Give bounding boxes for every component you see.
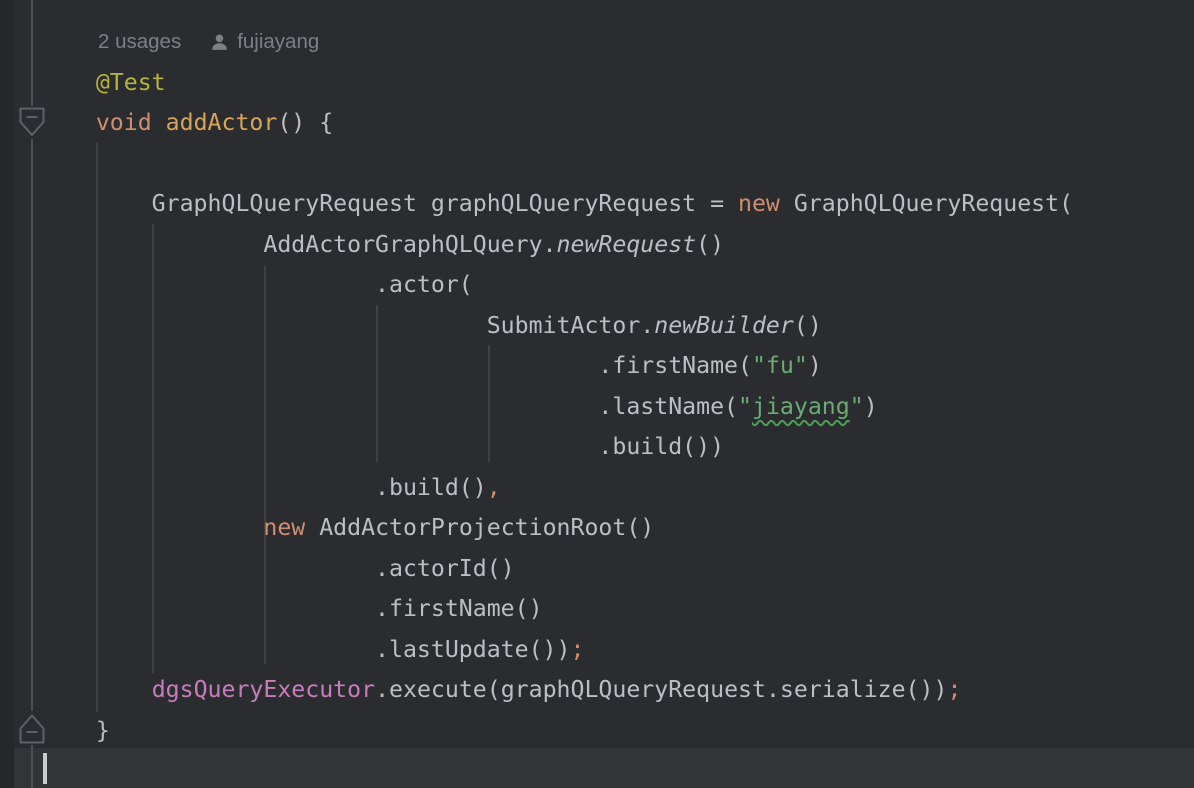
code-token: .firstName( — [40, 352, 752, 379]
code-token: addActor — [166, 109, 278, 136]
code-token: GraphQLQueryRequest( — [780, 190, 1073, 217]
code-token: .build() — [40, 474, 487, 501]
code-line[interactable]: @Test — [40, 63, 1194, 104]
code-line[interactable]: .build(), — [40, 468, 1194, 509]
code-token: GraphQLQueryRequest graphQLQueryRequest … — [40, 190, 738, 217]
code-token — [40, 676, 152, 703]
code-line[interactable]: .firstName("fu") — [40, 346, 1194, 387]
usages-label: 2 usages — [98, 30, 181, 54]
code-line[interactable]: dgsQueryExecutor.execute(graphQLQueryReq… — [40, 670, 1194, 711]
code-token: " — [738, 393, 752, 420]
code-line[interactable] — [40, 751, 1194, 788]
user-icon — [209, 32, 230, 53]
code-token: ) — [808, 352, 822, 379]
code-token: "fu" — [752, 352, 808, 379]
editor-left-strip — [0, 0, 14, 788]
code-token: .actor( — [40, 271, 473, 298]
code-line[interactable]: .firstName() — [40, 589, 1194, 630]
code-token: , — [487, 474, 501, 501]
code-token: dgsQueryExecutor — [152, 676, 375, 703]
code-editor: @Test void addActor() { GraphQLQueryRequ… — [0, 0, 1194, 788]
code-token: () { — [277, 109, 333, 136]
code-token: .build()) — [40, 433, 724, 460]
code-token — [40, 109, 96, 136]
code-token: .actorId() — [40, 555, 515, 582]
code-token: AddActorProjectionRoot() — [305, 514, 654, 541]
code-line[interactable] — [40, 144, 1194, 185]
code-line[interactable]: .actor( — [40, 265, 1194, 306]
code-token: .firstName() — [40, 595, 543, 622]
code-line[interactable]: new AddActorProjectionRoot() — [40, 508, 1194, 549]
code-token: .execute(graphQLQueryRequest.serialize()… — [375, 676, 947, 703]
code-line[interactable]: SubmitActor.newBuilder() — [40, 306, 1194, 347]
gutter-fold-line — [31, 139, 33, 711]
code-token: " — [850, 393, 864, 420]
typo-string-token: jiayang — [752, 393, 850, 420]
code-token: } — [40, 717, 110, 744]
code-token: ; — [947, 676, 961, 703]
code-area: @Test void addActor() { GraphQLQueryRequ… — [40, 22, 1194, 788]
code-token: newBuilder — [654, 312, 794, 339]
inlay-hints: 2 usages fujiayang — [98, 22, 319, 63]
code-line[interactable]: .lastUpdate()); — [40, 630, 1194, 671]
code-token: () — [794, 312, 822, 339]
code-line[interactable]: .build()) — [40, 427, 1194, 468]
code-line[interactable]: .lastName("jiayang") — [40, 387, 1194, 428]
code-token: new — [263, 514, 305, 541]
code-token — [152, 109, 166, 136]
code-token: void — [96, 109, 152, 136]
code-token: ; — [570, 636, 584, 663]
code-token: new — [738, 190, 780, 217]
code-line[interactable]: void addActor() { — [40, 103, 1194, 144]
code-token: newRequest — [557, 231, 697, 258]
code-line[interactable]: GraphQLQueryRequest graphQLQueryRequest … — [40, 184, 1194, 225]
code-line[interactable]: } — [40, 711, 1194, 752]
code-token: AddActorGraphQLQuery. — [40, 231, 557, 258]
code-token: .lastUpdate()) — [40, 636, 570, 663]
code-token: SubmitActor. — [40, 312, 654, 339]
gutter-fold-line — [31, 0, 33, 106]
code-token: .lastName( — [40, 393, 738, 420]
gutter-fold-line — [31, 745, 33, 788]
usages-inlay-hint[interactable]: 2 usages — [98, 30, 181, 54]
author-inlay-hint[interactable]: fujiayang — [209, 30, 319, 54]
code-token — [40, 514, 263, 541]
code-token: ) — [864, 393, 878, 420]
code-line[interactable]: .actorId() — [40, 549, 1194, 590]
code-token: () — [696, 231, 724, 258]
code-line[interactable]: AddActorGraphQLQuery.newRequest() — [40, 225, 1194, 266]
author-label: fujiayang — [237, 30, 319, 54]
code-token: @Test — [96, 69, 166, 96]
text-caret — [43, 753, 47, 784]
code-token — [40, 69, 96, 96]
